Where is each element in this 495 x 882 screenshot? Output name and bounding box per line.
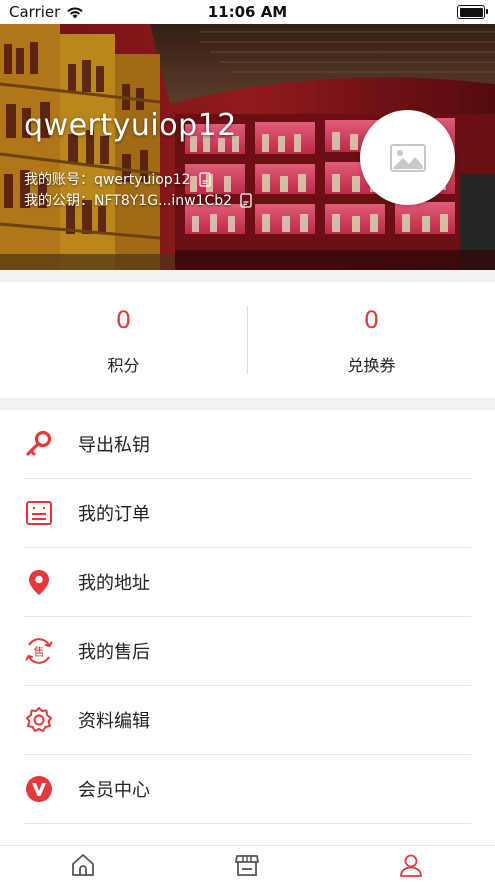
menu-item-label: 会员中心 bbox=[78, 780, 150, 801]
key-icon bbox=[24, 429, 54, 459]
vip-icon bbox=[24, 774, 54, 804]
section-gap bbox=[0, 270, 495, 282]
points-value: 0 bbox=[115, 306, 132, 334]
order-icon bbox=[24, 498, 54, 528]
vouchers-value: 0 bbox=[363, 306, 380, 334]
menu-list: 导出私钥 我的订单 我的地址 售 我的售后 资料编辑 会员中心 bbox=[0, 410, 495, 824]
home-icon[interactable] bbox=[70, 852, 96, 878]
menu-item-label: 我的地址 bbox=[78, 573, 150, 594]
user-icon[interactable] bbox=[398, 852, 424, 878]
menu-item-my-address[interactable]: 我的地址 bbox=[24, 548, 471, 617]
bottom-tab-bar bbox=[0, 845, 495, 882]
svg-text:售: 售 bbox=[34, 645, 45, 659]
battery-icon bbox=[457, 5, 488, 19]
stats-panel: 0 积分 0 兑换券 bbox=[0, 282, 495, 398]
copy-icon[interactable] bbox=[198, 171, 212, 187]
clock: 11:06 AM bbox=[207, 3, 288, 21]
public-key-text: 我的公钥：NFT8Y1G...inw1Cb2 bbox=[24, 193, 233, 209]
points-label: 积分 bbox=[107, 356, 140, 375]
vouchers-label: 兑换券 bbox=[347, 356, 396, 375]
public-key-info: 我的公钥：NFT8Y1G...inw1Cb2 bbox=[24, 190, 253, 210]
menu-item-label: 我的售后 bbox=[78, 642, 150, 663]
points-stat[interactable]: 0 积分 bbox=[0, 282, 247, 398]
copy-icon[interactable] bbox=[240, 192, 253, 208]
settings-gear-icon bbox=[24, 705, 54, 735]
account-text: 我的账号：qwertyuiop12 bbox=[24, 172, 191, 188]
section-gap bbox=[0, 398, 495, 410]
menu-item-label: 导出私钥 bbox=[78, 435, 150, 456]
avatar[interactable] bbox=[360, 110, 455, 205]
image-placeholder-icon bbox=[389, 143, 426, 172]
menu-item-label: 资料编辑 bbox=[78, 711, 150, 732]
menu-item-export-private-key[interactable]: 导出私钥 bbox=[24, 410, 471, 479]
menu-item-label: 我的订单 bbox=[78, 504, 150, 525]
profile-header: qwertyuiop12 我的账号：qwertyuiop12 我的公钥：NFT8… bbox=[0, 24, 495, 270]
menu-item-edit-profile[interactable]: 资料编辑 bbox=[24, 686, 471, 755]
username: qwertyuiop12 bbox=[24, 108, 237, 143]
menu-item-my-orders[interactable]: 我的订单 bbox=[24, 479, 471, 548]
location-pin-icon bbox=[24, 567, 54, 597]
after-sale-icon: 售 bbox=[24, 636, 54, 666]
store-icon[interactable] bbox=[234, 852, 260, 878]
status-bar: Carrier 11:06 AM bbox=[0, 0, 495, 24]
vouchers-stat[interactable]: 0 兑换券 bbox=[248, 282, 495, 398]
menu-item-after-sales[interactable]: 售 我的售后 bbox=[24, 617, 471, 686]
account-info: 我的账号：qwertyuiop12 bbox=[24, 169, 212, 189]
menu-item-member-center[interactable]: 会员中心 bbox=[24, 755, 471, 824]
